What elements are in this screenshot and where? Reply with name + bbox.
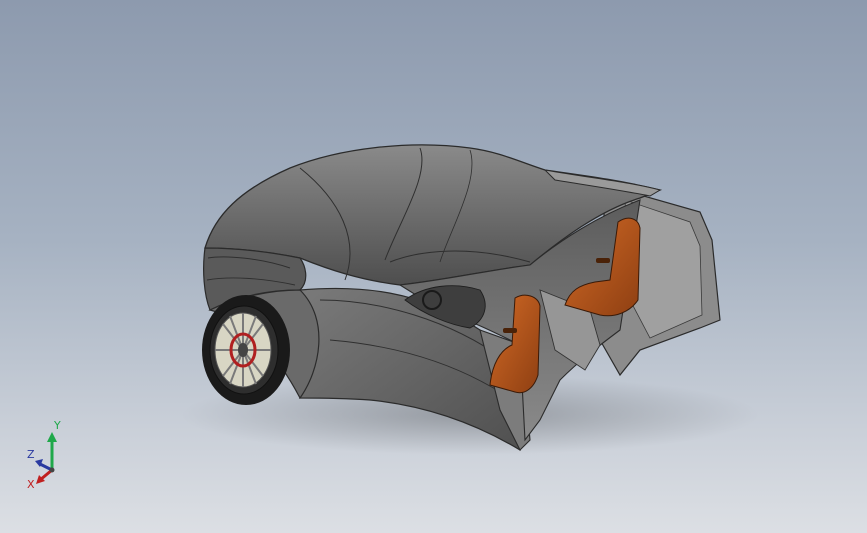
y-axis-arrow [47,432,57,442]
graphics-viewport[interactable]: Y Z X [0,0,867,533]
front-wheel [202,295,290,405]
x-axis-label: X [27,478,35,490]
car-body-model[interactable] [0,0,867,533]
seat-right-slot [596,258,610,263]
z-axis-label: Z [27,448,35,461]
y-axis-label: Y [53,419,61,432]
orientation-triad[interactable]: Y Z X [22,418,74,490]
triad-origin [49,467,55,473]
seat-left-slot [503,328,517,333]
